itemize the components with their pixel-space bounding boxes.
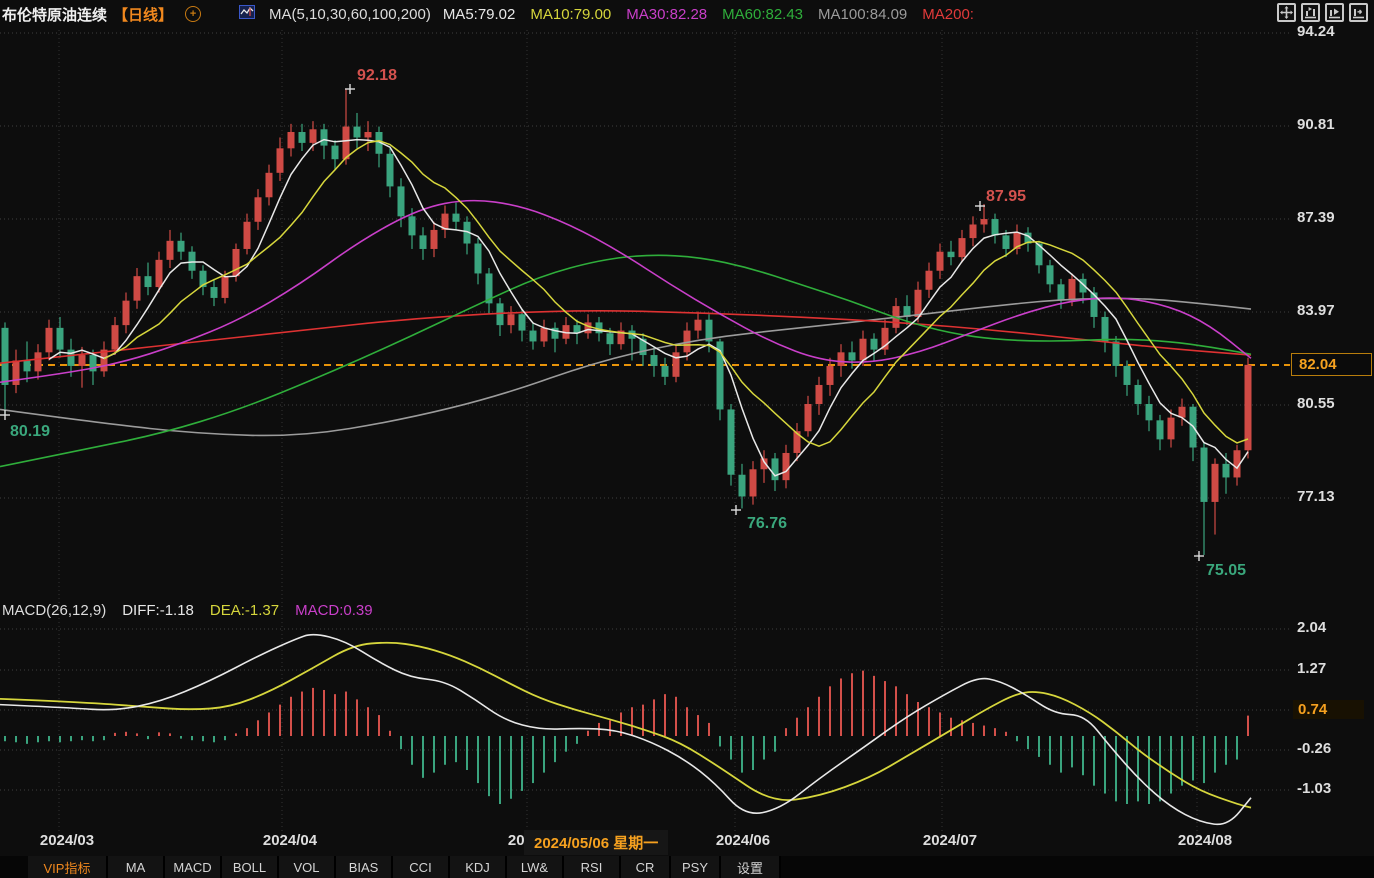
trading-app: 布伦特原油连续 【日线】 + MA(5,10,30,60,100,200) MA… — [0, 0, 1374, 878]
exit-icon[interactable] — [1349, 3, 1368, 22]
chart-header: 布伦特原油连续 【日线】 + MA(5,10,30,60,100,200) MA… — [0, 0, 1374, 28]
macd-axis-label: 1.27 — [1297, 660, 1326, 677]
tab-cr[interactable]: CR — [621, 856, 671, 878]
prev-indicator-icon[interactable] — [1301, 3, 1320, 22]
ma-legend-ma200: MA200: — [922, 6, 974, 23]
macd-header: MACD(26,12,9) DIFF:-1.18 DEA:-1.37 MACD:… — [2, 602, 373, 619]
kline-style-icon[interactable] — [239, 4, 255, 24]
tab-vol[interactable]: VOL — [279, 856, 336, 878]
date-axis-label: 2024/04 — [245, 832, 335, 849]
period-label[interactable]: 【日线】 — [113, 4, 173, 25]
price-annotation: 76.76 — [747, 515, 787, 533]
tab-macd[interactable]: MACD — [165, 856, 222, 878]
price-axis-label: 77.13 — [1297, 488, 1335, 505]
tab-cci[interactable]: CCI — [393, 856, 450, 878]
window-icons — [1277, 3, 1368, 22]
tab-[interactable]: 设置 — [721, 856, 781, 878]
macd-dea-value: DEA:-1.37 — [210, 602, 279, 619]
price-axis-label: 80.55 — [1297, 395, 1335, 412]
date-axis-label: 2024/03 — [22, 832, 112, 849]
tab-rsi[interactable]: RSI — [564, 856, 621, 878]
ma-legend-ma30: MA30:82.28 — [626, 6, 707, 23]
symbol-name: 布伦特原油连续 — [2, 4, 107, 25]
date-axis-label: 2024/07 — [905, 832, 995, 849]
play-indicator-icon[interactable] — [1325, 3, 1344, 22]
price-annotation: 80.19 — [10, 423, 50, 441]
price-axis-label: 90.81 — [1297, 116, 1335, 133]
price-axis-label: 83.97 — [1297, 302, 1335, 319]
macd-macd-value: MACD:0.39 — [295, 602, 373, 619]
macd-axis-label: 2.04 — [1297, 619, 1326, 636]
tab-kdj[interactable]: KDJ — [450, 856, 507, 878]
ma-legend-ma5: MA5:79.02 — [443, 6, 516, 23]
macd-highlight-value: 0.74 — [1293, 700, 1364, 719]
price-annotation: 92.18 — [357, 67, 397, 85]
add-compare-icon[interactable]: + — [185, 6, 201, 22]
macd-axis-label: -0.26 — [1297, 740, 1331, 757]
tab-ma[interactable]: MA — [108, 856, 165, 878]
macd-axis-label: -1.03 — [1297, 780, 1331, 797]
macd-diff-value: DIFF:-1.18 — [122, 602, 194, 619]
date-axis-label: 2024/06 — [698, 832, 788, 849]
crosshair-date-tooltip: 2024/05/06 星期一 — [524, 830, 668, 855]
price-annotation: 75.05 — [1206, 562, 1246, 580]
ma-legend-ma60: MA60:82.43 — [722, 6, 803, 23]
tab-psy[interactable]: PSY — [671, 856, 721, 878]
tab-bias[interactable]: BIAS — [336, 856, 393, 878]
last-price-badge: 82.04 — [1291, 353, 1372, 376]
ma-legend-ma10: MA10:79.00 — [530, 6, 611, 23]
ma-formula: MA(5,10,30,60,100,200) — [269, 6, 431, 23]
tab-vip[interactable]: VIP指标 — [28, 856, 108, 878]
indicator-tabbar: VIP指标MAMACDBOLLVOLBIASCCIKDJLW&RSICRPSY设… — [0, 856, 1374, 878]
date-axis-label: 2024/08 — [1160, 832, 1250, 849]
tab-lw[interactable]: LW& — [507, 856, 564, 878]
macd-title: MACD(26,12,9) — [2, 602, 106, 619]
tab-boll[interactable]: BOLL — [222, 856, 279, 878]
pan-icon[interactable] — [1277, 3, 1296, 22]
ma-legend: MA5:79.02 MA10:79.00 MA30:82.28 MA60:82.43 M… — [443, 6, 974, 23]
price-annotation: 87.95 — [986, 188, 1026, 206]
price-axis-label: 87.39 — [1297, 209, 1335, 226]
ma-legend-ma100: MA100:84.09 — [818, 6, 907, 23]
chart-canvas[interactable] — [0, 0, 1374, 856]
